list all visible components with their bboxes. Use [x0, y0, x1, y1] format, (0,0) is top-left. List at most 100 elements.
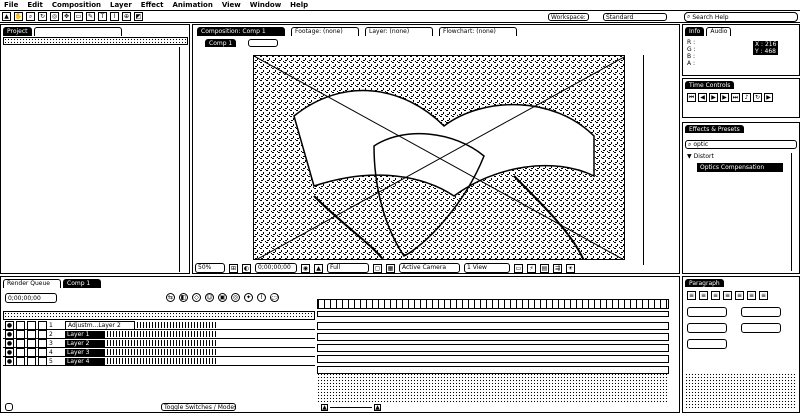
zoom-out-icon[interactable]: ▲	[321, 404, 328, 411]
camera-tool-icon[interactable]: ◎	[50, 12, 59, 21]
justify-right-icon[interactable]: ≡	[747, 291, 756, 300]
menu-animation[interactable]: Animation	[172, 1, 212, 9]
chat-icon[interactable]: 💬	[270, 293, 279, 302]
layer-switches[interactable]	[107, 340, 217, 346]
visibility-icon[interactable]: ●	[5, 347, 14, 357]
clone-tool-icon[interactable]: ⊕	[122, 12, 131, 21]
align-left-icon[interactable]: ≡	[687, 291, 696, 300]
search-help-field[interactable]: ⌕ Search Help	[684, 12, 798, 22]
table-row[interactable]: ● 5 Layer 4	[3, 356, 315, 366]
selection-tool-icon[interactable]: ▲	[2, 12, 11, 21]
justify-center-icon[interactable]: ≡	[735, 291, 744, 300]
ram-preview-icon[interactable]: ▶	[764, 93, 773, 102]
timeline-footer-icon[interactable]	[5, 403, 13, 411]
comp-subtab[interactable]: Comp 1	[205, 39, 237, 47]
project-scrollbar[interactable]	[179, 47, 187, 272]
menu-edit[interactable]: Edit	[27, 1, 43, 9]
menu-effect[interactable]: Effect	[141, 1, 164, 9]
toggle-switches-modes-button[interactable]: Toggle Switches / Modes	[161, 403, 236, 411]
visibility-icon[interactable]: ●	[5, 338, 14, 348]
comp-mini-flowchart-icon[interactable]: ⇆	[166, 293, 175, 302]
tab-project-secondary[interactable]	[33, 27, 122, 36]
snapshot-icon[interactable]: ◉	[301, 263, 310, 273]
layer-duration-bar[interactable]	[317, 322, 669, 330]
menu-window[interactable]: Window	[250, 1, 281, 9]
tab-project[interactable]: Project	[3, 27, 32, 36]
tab-footage[interactable]: Footage: (none)	[291, 27, 359, 36]
visibility-icon[interactable]: ●	[5, 356, 14, 366]
motion-blur-icon[interactable]: ◎	[231, 293, 240, 302]
layer-switches[interactable]	[107, 349, 217, 355]
flowchart-icon[interactable]: ⇶	[553, 263, 562, 273]
composition-viewer[interactable]	[253, 55, 625, 260]
lock-icon[interactable]	[38, 338, 47, 348]
layer-switches[interactable]	[137, 322, 217, 328]
space-before-field[interactable]	[741, 323, 781, 333]
indent-left-field[interactable]	[687, 307, 727, 317]
justify-all-icon[interactable]: ≡	[759, 291, 768, 300]
tab-paragraph[interactable]: Paragraph	[685, 279, 724, 287]
tab-audio[interactable]: Audio	[706, 27, 732, 36]
exposure-icon[interactable]: ☀	[566, 263, 575, 273]
frame-blending-icon[interactable]: ▣	[218, 293, 227, 302]
layer-name[interactable]: Layer 4	[65, 357, 105, 365]
tab-effects-presets[interactable]: Effects & Presets	[685, 125, 744, 133]
tab-render-queue[interactable]: Render Queue	[3, 279, 61, 288]
audio-toggle-icon[interactable]	[16, 347, 25, 357]
next-frame-icon[interactable]: ▶	[720, 93, 729, 102]
audio-toggle-icon[interactable]	[16, 356, 25, 366]
pan-behind-tool-icon[interactable]: ✥	[62, 12, 71, 21]
table-row[interactable]: ● 4 Layer 3	[3, 347, 315, 357]
tab-comp-1[interactable]: Comp 1	[63, 279, 101, 288]
lock-icon[interactable]	[38, 320, 47, 330]
effects-category[interactable]: ▼ Distort	[687, 153, 714, 160]
tab-flowchart[interactable]: Flowchart: (none)	[439, 27, 517, 36]
channel-icon[interactable]: ▲	[314, 263, 323, 273]
menu-file[interactable]: File	[4, 1, 18, 9]
align-right-icon[interactable]: ≡	[711, 291, 720, 300]
effects-scrollbar[interactable]	[791, 153, 799, 271]
camera-view-dropdown[interactable]: Active Camera	[399, 263, 460, 273]
layer-switches[interactable]	[107, 358, 217, 364]
table-row[interactable]: ● 1 Adjustm...Layer 2	[3, 320, 315, 330]
layer-name[interactable]: Layer 1	[65, 330, 105, 338]
graph-editor-icon[interactable]: ⌇	[257, 293, 266, 302]
solo-icon[interactable]	[27, 338, 36, 348]
layer-duration-bar[interactable]	[317, 333, 669, 341]
lock-icon[interactable]	[38, 329, 47, 339]
tab-info[interactable]: Info	[685, 27, 705, 36]
visibility-icon[interactable]: ●	[5, 320, 14, 330]
lock-icon[interactable]	[38, 347, 47, 357]
workspace-select[interactable]: Standard	[603, 13, 667, 21]
layer-duration-bar[interactable]	[317, 355, 669, 363]
layer-name[interactable]: Layer 3	[65, 348, 105, 356]
resolution-dropdown[interactable]: Full	[327, 263, 369, 273]
menu-layer[interactable]: Layer	[110, 1, 132, 9]
fast-preview-icon[interactable]: ⚡	[527, 263, 536, 273]
timeline-timecode[interactable]: 0;00;00;00	[5, 293, 57, 303]
work-area-bar[interactable]	[317, 311, 669, 317]
layer-name[interactable]: Layer 2	[65, 339, 105, 347]
tab-composition[interactable]: Composition: Comp 1	[197, 27, 285, 36]
loop-icon[interactable]: ↻	[753, 93, 762, 102]
solo-icon[interactable]	[27, 356, 36, 366]
effect-item-optics-compensation[interactable]: Optics Compensation	[697, 163, 783, 172]
menu-composition[interactable]: Composition	[52, 1, 101, 9]
solo-icon[interactable]	[27, 329, 36, 339]
zoom-slider[interactable]: ▲ ▲	[321, 404, 381, 411]
zoom-slider-track[interactable]	[330, 407, 372, 408]
mask-view-icon[interactable]: ◐	[242, 263, 251, 273]
rotate-tool-icon[interactable]: ↻	[38, 12, 47, 21]
hand-tool-icon[interactable]: ✋	[14, 12, 23, 21]
view-layout-dropdown[interactable]: 1 View	[464, 263, 510, 273]
indent-right-field[interactable]	[741, 307, 781, 317]
audio-toggle-icon[interactable]	[16, 329, 25, 339]
tab-time-controls[interactable]: Time Controls	[685, 81, 735, 89]
text-tool-icon[interactable]: T	[98, 12, 107, 21]
shy-layers-icon[interactable]: ☺	[205, 293, 214, 302]
eraser-tool-icon[interactable]: ◩	[134, 12, 143, 21]
audio-toggle-icon[interactable]	[16, 338, 25, 348]
visibility-icon[interactable]: ●	[5, 329, 14, 339]
brush-tool-icon[interactable]: ⌇	[110, 12, 119, 21]
last-frame-icon[interactable]: ⏭	[731, 93, 740, 102]
